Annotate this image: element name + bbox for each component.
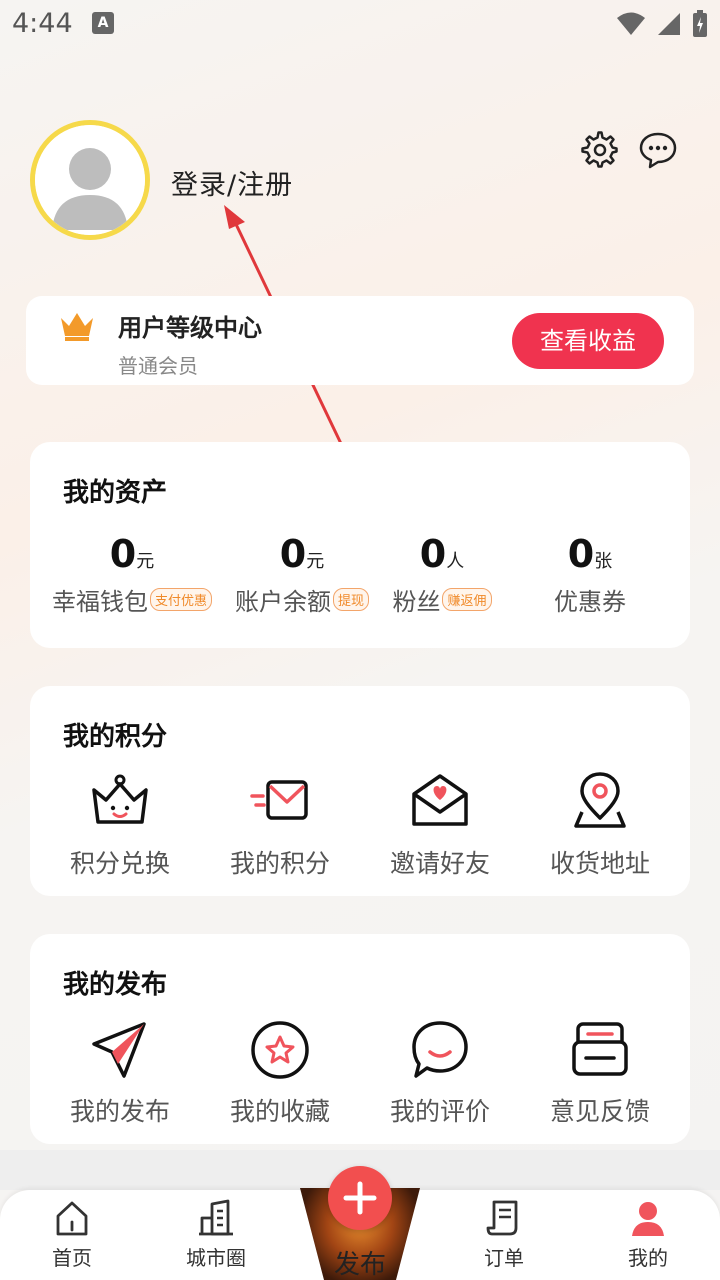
feedback-box-icon [572, 1022, 628, 1076]
tab-publish-label[interactable]: 发布 [300, 1244, 420, 1280]
asset-unit: 元 [136, 551, 155, 572]
grid-item-reviews[interactable]: 我的评价 [360, 1020, 520, 1128]
user-icon [632, 1202, 664, 1236]
asset-fans[interactable]: 0人 粉丝 赚返佣 [382, 532, 502, 617]
asset-label: 优惠券 [554, 588, 626, 616]
home-icon [56, 1201, 88, 1236]
asset-value: 0 [567, 532, 595, 576]
tab-orders[interactable]: 订单 [449, 1198, 559, 1271]
city-icon [199, 1199, 233, 1236]
crown-face-icon [92, 774, 148, 824]
asset-unit: 人 [446, 551, 465, 572]
heart-envelope-icon [412, 774, 468, 826]
grid-item-points-exchange[interactable]: 积分兑换 [40, 772, 200, 880]
asset-label: 账户余额 [234, 588, 331, 616]
grid-item-feedback[interactable]: 意见反馈 [520, 1020, 680, 1128]
tab-city-circle[interactable]: 城市圈 [161, 1198, 271, 1271]
asset-unit: 张 [594, 551, 613, 572]
publish-title: 我的发布 [63, 970, 168, 1000]
grid-label: 我的收藏 [229, 1097, 330, 1126]
points-grid: 积分兑换 我的积分 邀请好友 收货地址 [30, 772, 690, 882]
plus-icon [343, 1181, 377, 1215]
grid-label: 意见反馈 [549, 1097, 650, 1126]
grid-item-favorites[interactable]: 我的收藏 [200, 1020, 360, 1128]
points-card: 我的积分 积分兑换 我的积分 邀请好友 收货地址 [30, 686, 690, 896]
grid-item-invite-friends[interactable]: 邀请好友 [360, 772, 520, 880]
level-subtitle: 普通会员 [118, 354, 198, 378]
grid-label: 收货地址 [549, 849, 650, 878]
asset-label: 幸福钱包 [51, 588, 148, 616]
assets-card: 我的资产 0元 幸福钱包 支付优惠 0元 账户余额 提现 0人 粉丝 赚返佣 0张 优… [30, 442, 690, 648]
tab-label: 首页 [52, 1246, 92, 1270]
chat-smile-icon [412, 1021, 468, 1078]
grid-label: 我的积分 [229, 849, 330, 878]
asset-value: 0 [109, 532, 137, 576]
asset-value: 0 [419, 532, 447, 576]
publish-card: 我的发布 我的发布 我的收藏 我的评价 意见反馈 [30, 934, 690, 1144]
grid-item-my-posts[interactable]: 我的发布 [40, 1020, 200, 1128]
grid-label: 我的发布 [69, 1097, 170, 1126]
publish-grid: 我的发布 我的收藏 我的评价 意见反馈 [30, 1020, 690, 1130]
star-circle-icon [251, 1021, 309, 1079]
fast-mail-icon [250, 780, 308, 820]
order-icon [486, 1200, 518, 1236]
asset-tag: 提现 [332, 588, 369, 611]
asset-unit: 元 [306, 551, 325, 572]
asset-label: 粉丝 [392, 588, 441, 616]
asset-tag: 支付优惠 [149, 588, 212, 611]
annotation-arrow [224, 205, 347, 453]
tab-home[interactable]: 首页 [17, 1198, 127, 1271]
asset-balance[interactable]: 0元 账户余额 提现 [226, 532, 378, 617]
asset-value: 0 [279, 532, 307, 576]
user-level-card[interactable]: 用户等级中心 普通会员 查看收益 [26, 296, 694, 385]
tab-label: 订单 [484, 1246, 524, 1270]
assets-title: 我的资产 [63, 478, 168, 508]
publish-button[interactable] [328, 1166, 392, 1230]
asset-wallet[interactable]: 0元 幸福钱包 支付优惠 [42, 532, 222, 617]
paper-plane-icon [92, 1022, 146, 1078]
grid-label: 我的评价 [389, 1097, 490, 1126]
points-title: 我的积分 [63, 722, 168, 752]
location-pin-icon [574, 772, 626, 828]
grid-item-address[interactable]: 收货地址 [520, 772, 680, 880]
grid-label: 邀请好友 [389, 849, 490, 878]
tab-label: 我的 [628, 1246, 668, 1270]
grid-label: 积分兑换 [69, 849, 170, 878]
level-title: 用户等级中心 [118, 314, 262, 342]
crown-icon [61, 313, 93, 341]
tab-mine[interactable]: 我的 [593, 1198, 703, 1271]
grid-item-my-points[interactable]: 我的积分 [200, 772, 360, 880]
tab-label: 城市圈 [186, 1246, 246, 1270]
view-earnings-button[interactable]: 查看收益 [512, 313, 664, 369]
asset-coupons[interactable]: 0张 优惠券 [530, 532, 650, 617]
asset-tag: 赚返佣 [442, 588, 492, 611]
